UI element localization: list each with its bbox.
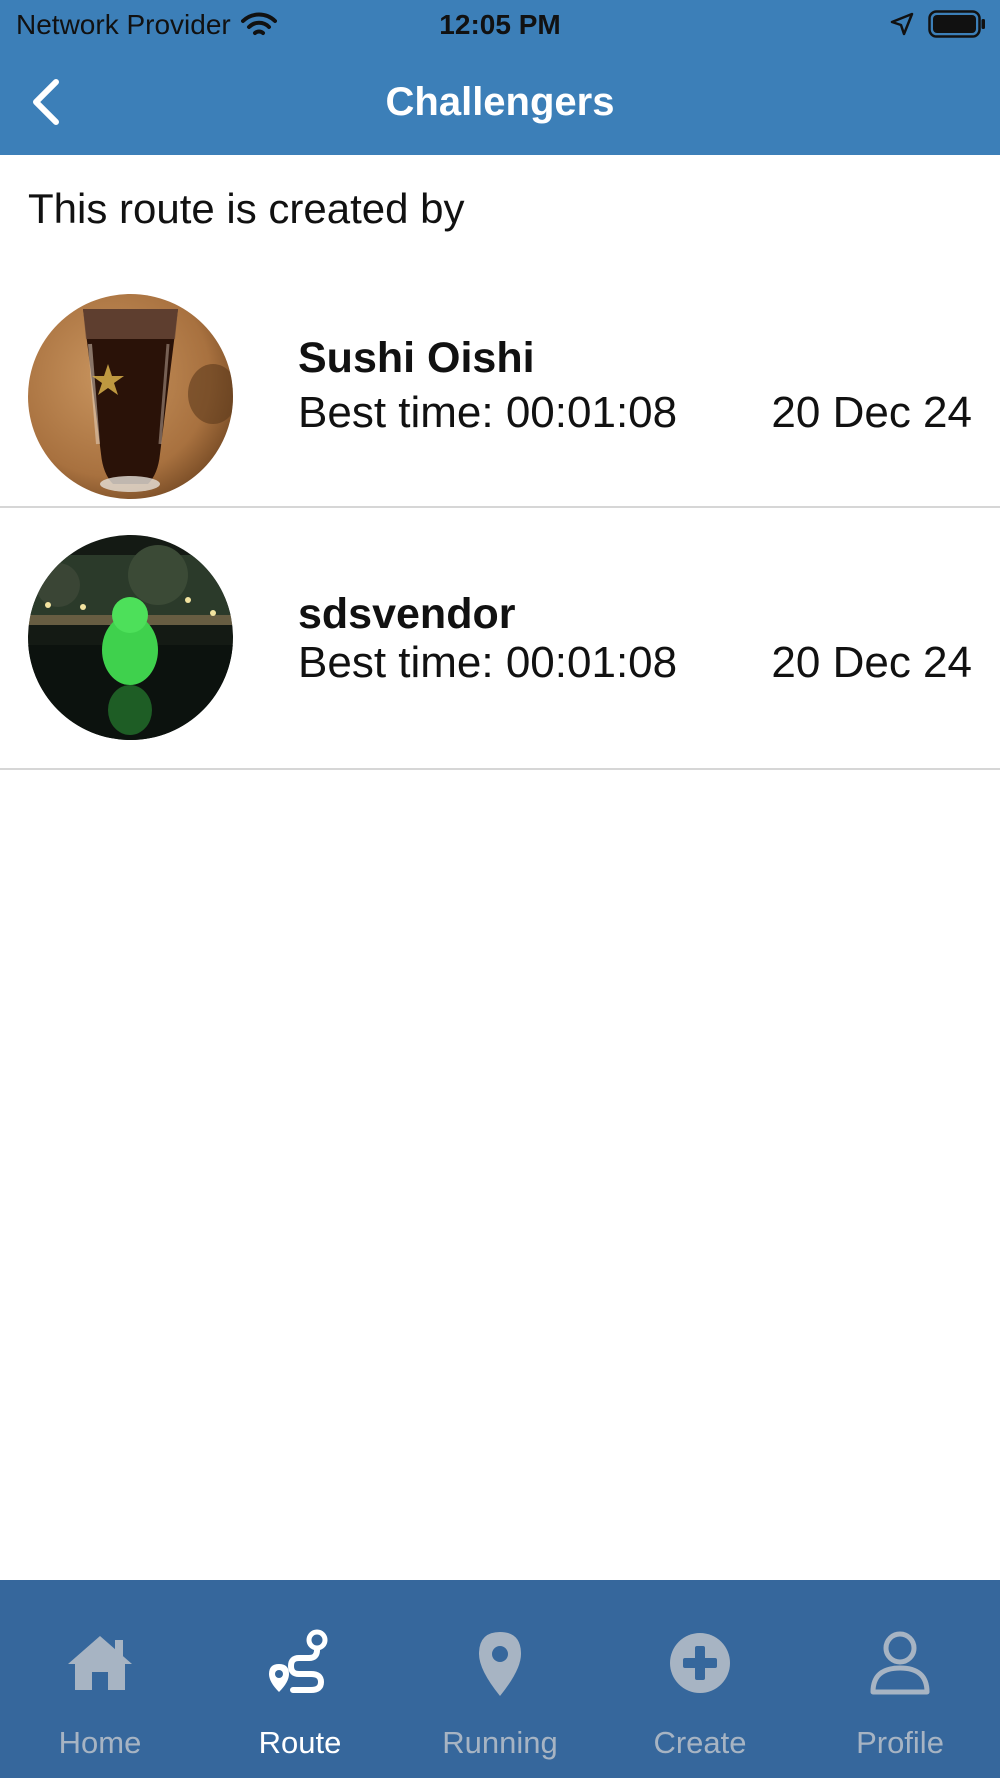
tab-label: Route	[258, 1725, 342, 1760]
list-item[interactable]: sdsvendor Best time: 00:01:08 20 Dec 24	[0, 510, 1000, 770]
tab-profile[interactable]: Profile	[800, 1580, 1000, 1778]
challenger-name: sdsvendor	[298, 590, 516, 638]
tab-label: Create	[653, 1725, 747, 1760]
tab-label: Home	[58, 1725, 142, 1760]
tab-home[interactable]: Home	[0, 1580, 200, 1778]
status-time: 12:05 PM	[439, 9, 561, 40]
battery-icon	[928, 10, 985, 38]
best-time: Best time: 00:01:08	[298, 638, 678, 687]
nav-bar: Challengers	[0, 50, 1000, 155]
tab-bar: Home Route Running Create Profile	[0, 1580, 1000, 1778]
location-arrow-icon	[890, 12, 914, 36]
location-pin-icon	[479, 1632, 521, 1696]
list-item[interactable]: Sushi Oishi Best time: 00:01:08 20 Dec 2…	[0, 270, 1000, 508]
tab-label: Running	[442, 1725, 558, 1760]
tab-label: Profile	[856, 1725, 944, 1760]
intro-text: This route is created by	[28, 185, 465, 232]
avatar	[28, 535, 233, 740]
user-icon	[870, 1631, 930, 1695]
plus-circle-icon	[670, 1633, 730, 1693]
tab-running[interactable]: Running	[400, 1580, 600, 1778]
record-date: 20 Dec 24	[771, 638, 972, 687]
tab-create[interactable]: Create	[600, 1580, 800, 1778]
challenger-name: Sushi Oishi	[298, 334, 535, 382]
route-icon	[269, 1629, 328, 1693]
avatar-image	[28, 535, 233, 740]
best-time: Best time: 00:01:08	[298, 388, 678, 437]
avatar	[28, 294, 233, 499]
record-date: 20 Dec 24	[771, 388, 972, 437]
status-bar: Network Provider 12:05 PM	[0, 0, 1000, 50]
page-title: Challengers	[385, 80, 615, 124]
tab-route[interactable]: Route	[200, 1580, 400, 1778]
home-icon	[68, 1636, 132, 1690]
avatar-image	[28, 294, 233, 499]
status-right	[890, 10, 986, 38]
